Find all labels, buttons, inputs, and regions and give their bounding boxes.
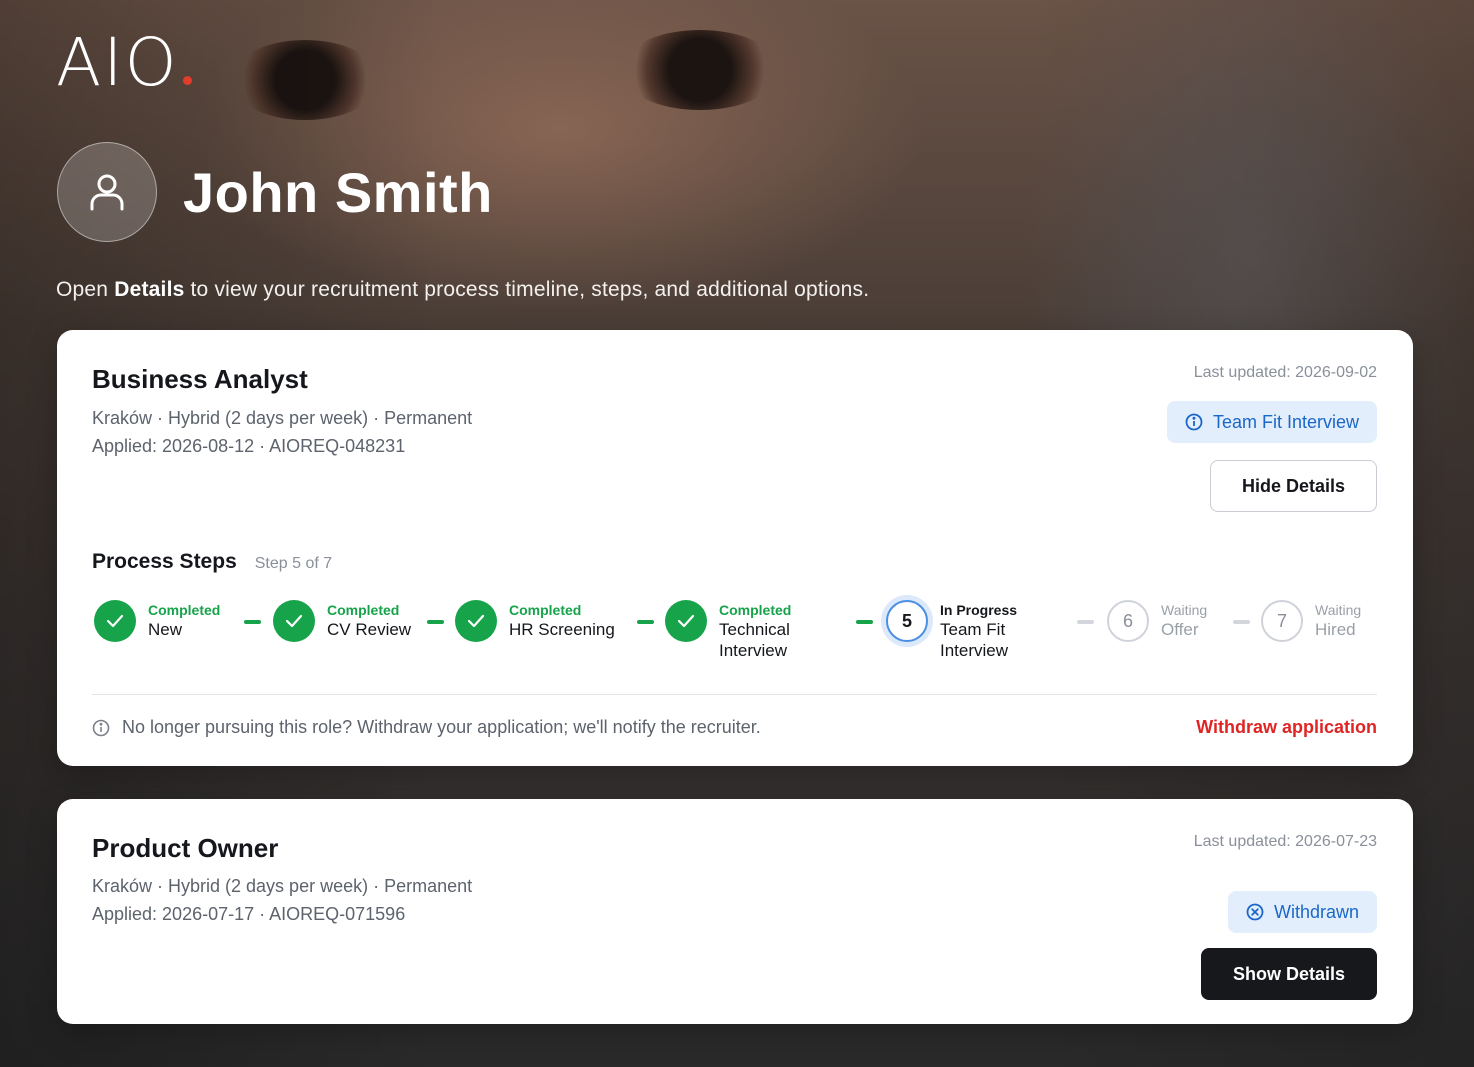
step-label: Interview	[719, 641, 788, 660]
job-meta-location: Kraków · Hybrid (2 days per week) · Perm…	[92, 408, 473, 428]
step-complete-circle	[94, 600, 136, 642]
job-meta-applied: Applied: 2026-08-12 · AIOREQ-048231	[92, 436, 406, 456]
process-step-5: 5 In Progress Team Fit Interview	[886, 600, 1017, 661]
step-number-circle: 6	[1107, 600, 1149, 642]
avatar[interactable]	[57, 142, 157, 242]
process-step-2: Completed CV Review	[273, 600, 411, 642]
job-title: Product Owner	[92, 833, 279, 863]
step-number-circle: 5	[886, 600, 928, 642]
job-title: Business Analyst	[92, 364, 308, 394]
step-connector	[427, 620, 444, 624]
step-status: Waiting	[1315, 602, 1362, 618]
step-label: Hired	[1315, 620, 1356, 639]
process-steps-count: Step 5 of 7	[254, 555, 333, 572]
info-icon	[92, 719, 110, 736]
check-icon	[467, 614, 485, 628]
application-card-product-owner: Product Owner Kraków · Hybrid (2 days pe…	[57, 799, 1413, 1024]
user-name: John Smith	[183, 161, 493, 224]
check-icon	[285, 614, 303, 628]
hide-details-button[interactable]: Hide Details	[1210, 460, 1377, 512]
step-complete-circle	[665, 600, 707, 642]
brand-logo-text: AIO	[56, 24, 179, 101]
step-connector	[856, 620, 873, 624]
brand-logo-dot	[182, 76, 192, 85]
step-status: Completed	[148, 602, 221, 618]
step-complete-circle	[273, 600, 315, 642]
step-label: Interview	[940, 641, 1009, 660]
step-status: Completed	[509, 602, 582, 618]
step-status: Completed	[327, 602, 400, 618]
check-icon	[677, 614, 695, 628]
application-card-business-analyst: Business Analyst Kraków · Hybrid (2 days…	[57, 330, 1413, 766]
step-label: CV Review	[327, 620, 412, 639]
job-meta-location: Kraków · Hybrid (2 days per week) · Perm…	[92, 876, 473, 896]
withdraw-note: No longer pursuing this role? Withdraw y…	[92, 717, 761, 738]
process-step-7: 7 Waiting Hired	[1261, 600, 1361, 642]
step-label: Team Fit	[940, 620, 1006, 639]
step-label: HR Screening	[509, 620, 615, 639]
step-connector	[1233, 620, 1250, 624]
status-badge-label: Withdrawn	[1273, 901, 1359, 922]
status-badge: Withdrawn	[1227, 891, 1377, 933]
withdraw-application-link[interactable]: Withdraw application	[1196, 717, 1377, 738]
step-status: In Progress	[940, 602, 1018, 618]
step-label: Technical	[719, 620, 790, 639]
process-step-4: Completed Technical Interview	[665, 600, 791, 661]
step-label: Offer	[1161, 620, 1199, 639]
details-hint: Open Details to view your recruitment pr…	[56, 278, 870, 301]
withdraw-note-text: No longer pursuing this role? Withdraw y…	[122, 717, 761, 737]
user-icon	[90, 174, 124, 211]
step-connector	[637, 620, 654, 624]
last-updated: Last updated: 2026-09-02	[1193, 364, 1377, 381]
job-meta-applied: Applied: 2026-07-17 · AIOREQ-071596	[92, 904, 406, 924]
step-number-circle: 7	[1261, 600, 1303, 642]
circle-x-icon	[1246, 903, 1264, 921]
step-status: Completed	[719, 602, 792, 618]
process-steps-header: Process Steps Step 5 of 7	[92, 550, 332, 574]
process-steps-title: Process Steps	[92, 550, 237, 573]
process-step-1: Completed New	[94, 600, 220, 642]
status-badge-label: Team Fit Interview	[1212, 411, 1359, 432]
step-label: New	[148, 620, 183, 639]
card-divider	[92, 694, 1377, 695]
brand-logo[interactable]: AIO	[56, 30, 192, 96]
status-badge: Team Fit Interview	[1166, 401, 1377, 443]
step-status: Waiting	[1161, 602, 1208, 618]
last-updated: Last updated: 2026-07-23	[1193, 833, 1377, 850]
info-icon	[1185, 413, 1203, 431]
step-complete-circle	[455, 600, 497, 642]
check-icon	[106, 614, 124, 628]
step-connector	[244, 620, 261, 624]
step-connector	[1077, 620, 1094, 624]
process-step-6: 6 Waiting Offer	[1107, 600, 1207, 642]
process-step-3: Completed HR Screening	[455, 600, 615, 642]
show-details-button[interactable]: Show Details	[1201, 948, 1377, 1000]
